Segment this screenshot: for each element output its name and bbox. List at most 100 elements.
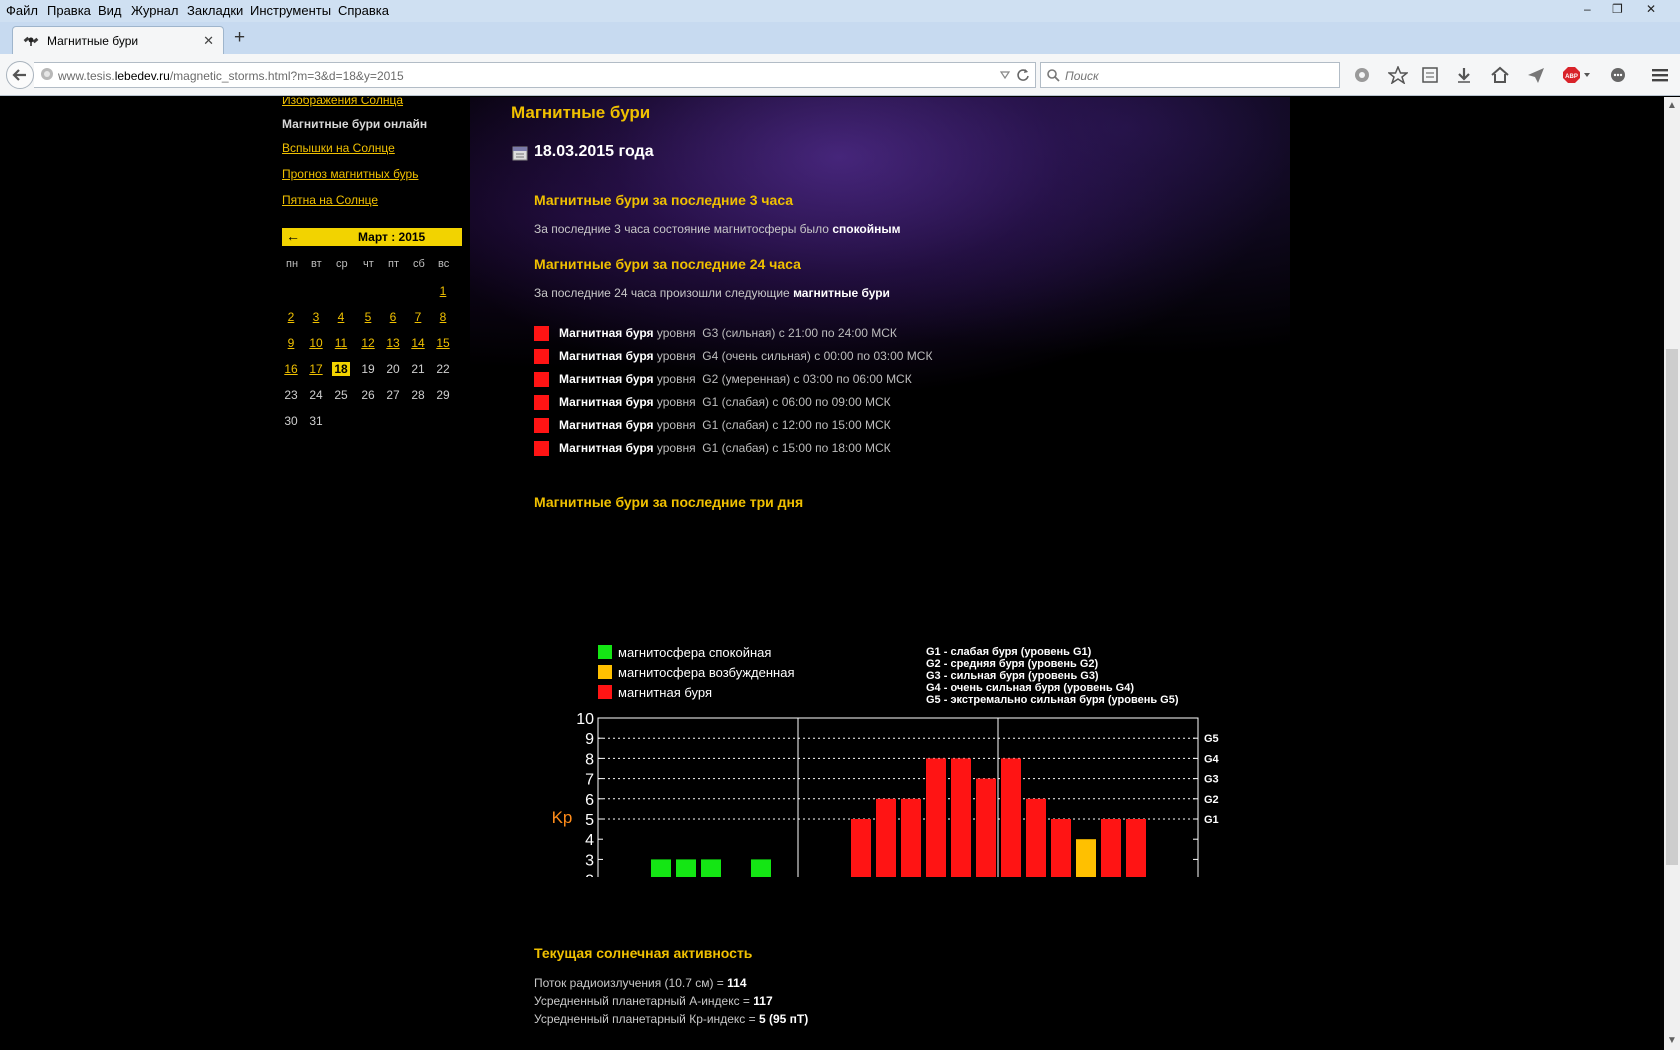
vertical-scrollbar[interactable]: ▲ ▼ <box>1664 97 1680 1050</box>
calendar-day[interactable]: 5 <box>359 310 377 324</box>
sidebar-link-sunspots[interactable]: Пятна на Солнце <box>282 193 378 207</box>
menu-tools[interactable]: Инструменты <box>250 3 331 18</box>
page-content: Изображения Солнца Магнитные бури онлайн… <box>0 97 1664 1050</box>
globe-icon <box>41 68 53 80</box>
calendar-day[interactable]: 14 <box>409 336 427 350</box>
calendar-day[interactable]: 10 <box>307 336 325 350</box>
kp-bar <box>676 859 696 877</box>
a-index-row: Усредненный планетарный А-индекс = 117 <box>534 994 773 1008</box>
menu-file[interactable]: Файл <box>6 3 38 18</box>
search-icon <box>1047 69 1060 82</box>
restore-icon[interactable]: ❐ <box>1612 2 1623 16</box>
storm-marker <box>534 395 549 410</box>
storm-marker <box>534 441 549 456</box>
legend-swatch <box>598 645 612 659</box>
g-level-legend: G3 - сильная буря (уровень G3) <box>926 670 1099 682</box>
menu-hamburger-icon[interactable] <box>1650 66 1670 84</box>
storm-marker <box>534 418 549 433</box>
calendar-day[interactable]: 11 <box>332 336 350 350</box>
download-icon[interactable] <box>1454 66 1474 84</box>
address-bar[interactable]: www.tesis.lebedev.ru/magnetic_storms.htm… <box>34 62 1036 88</box>
y-tick-label: 6 <box>585 792 594 809</box>
history-dropdown-icon[interactable] <box>999 68 1011 82</box>
y-axis-title: Kp <box>552 808 573 827</box>
scrollbar-thumb[interactable] <box>1666 349 1678 865</box>
menu-bookmarks[interactable]: Закладки <box>187 3 243 18</box>
kp-bar <box>651 859 671 877</box>
calendar-weekday: вс <box>438 258 450 270</box>
minimize-icon[interactable]: – <box>1584 2 1591 16</box>
back-button[interactable] <box>6 61 34 89</box>
calendar-prev-arrow-icon[interactable]: ← <box>286 228 300 244</box>
tab-strip: Магнитные бури ✕ + <box>0 22 1680 54</box>
calendar-day[interactable]: 7 <box>409 310 427 324</box>
reload-icon[interactable] <box>1015 67 1031 83</box>
menu-history[interactable]: Журнал <box>131 3 178 18</box>
calendar-day: 29 <box>436 388 450 402</box>
y-tick-label: 8 <box>585 751 594 768</box>
y-tick-label: 4 <box>585 832 594 849</box>
chat-icon[interactable] <box>1608 66 1628 84</box>
calendar-day[interactable]: 12 <box>359 336 377 350</box>
calendar-month: Март : 2015 <box>358 230 426 244</box>
home-icon[interactable] <box>1490 66 1510 84</box>
sidebar-link-solar-flares[interactable]: Вспышки на Солнце <box>282 141 395 155</box>
reading-list-icon[interactable] <box>1420 66 1440 84</box>
calendar-day[interactable]: 17 <box>307 362 325 376</box>
new-tab-icon[interactable]: + <box>234 27 245 49</box>
calendar-weekday: чт <box>363 258 374 270</box>
kp-bar <box>951 758 971 877</box>
calendar-day: 19 <box>361 362 375 376</box>
tab-magnetic-storms[interactable]: Магнитные бури ✕ <box>12 26 224 54</box>
send-icon[interactable] <box>1526 66 1546 84</box>
kp-bar <box>1101 819 1121 877</box>
kp-bar <box>976 778 996 877</box>
kp-bar <box>1126 819 1146 877</box>
calendar-day[interactable]: 1 <box>434 284 452 298</box>
calendar-day[interactable]: 3 <box>307 310 325 324</box>
calendar-day[interactable]: 6 <box>384 310 402 324</box>
bookmark-star-icon[interactable] <box>1388 66 1408 84</box>
calendar-day[interactable]: 4 <box>332 310 350 324</box>
g-level-legend: G5 - экстремально сильная буря (уровень … <box>926 694 1179 706</box>
close-window-icon[interactable]: ✕ <box>1646 2 1656 16</box>
calendar-day[interactable]: 9 <box>282 336 300 350</box>
calendar-day: 31 <box>309 414 323 428</box>
kp-bar <box>876 798 896 877</box>
y-tick-label: 7 <box>585 772 594 789</box>
search-input[interactable] <box>1065 67 1325 84</box>
calendar-day[interactable]: 8 <box>434 310 452 324</box>
scroll-down-icon[interactable]: ▼ <box>1667 1035 1677 1046</box>
calendar-day: 23 <box>284 388 298 402</box>
kp-bar <box>751 859 771 877</box>
kp-bar <box>926 758 946 877</box>
kp-bar <box>901 798 921 877</box>
menu-edit[interactable]: Правка <box>47 3 91 18</box>
menu-help[interactable]: Справка <box>338 3 389 18</box>
g-level-legend: G4 - очень сильная буря (уровень G4) <box>926 682 1134 694</box>
kp-bar <box>1001 758 1021 877</box>
storm-marker <box>534 349 549 364</box>
close-tab-icon[interactable]: ✕ <box>203 33 214 49</box>
sync-icon[interactable] <box>1352 66 1372 84</box>
heading-last-24h: Магнитные бури за последние 24 часа <box>534 256 801 272</box>
sidebar-link-storm-forecast[interactable]: Прогноз магнитных бурь <box>282 167 418 181</box>
calendar-day[interactable]: 13 <box>384 336 402 350</box>
text-last-3h: За последние 3 часа состояние магнитосфе… <box>534 222 901 236</box>
scroll-up-icon[interactable]: ▲ <box>1667 100 1677 111</box>
calendar-day-selected[interactable]: 18 <box>332 362 350 376</box>
calendar-day: 24 <box>309 388 323 402</box>
legend-label: магнитосфера спокойная <box>618 645 771 660</box>
calendar-day[interactable]: 16 <box>282 362 300 376</box>
search-box[interactable] <box>1040 62 1340 88</box>
y-tick-label: 5 <box>585 812 594 829</box>
calendar-day[interactable]: 2 <box>282 310 300 324</box>
sidebar-link-sun-images[interactable]: Изображения Солнца <box>282 97 403 107</box>
calendar-day[interactable]: 15 <box>434 336 452 350</box>
adblock-icon[interactable]: ABP <box>1562 66 1592 84</box>
g-level-label: G3 <box>1204 774 1219 786</box>
kp-index-chart: магнитосфера спокойная магнитосфера возбу… <box>552 645 1220 877</box>
menu-view[interactable]: Вид <box>98 3 122 18</box>
kp-bar <box>851 819 871 877</box>
heading-last-3h: Магнитные бури за последние 3 часа <box>534 192 794 208</box>
